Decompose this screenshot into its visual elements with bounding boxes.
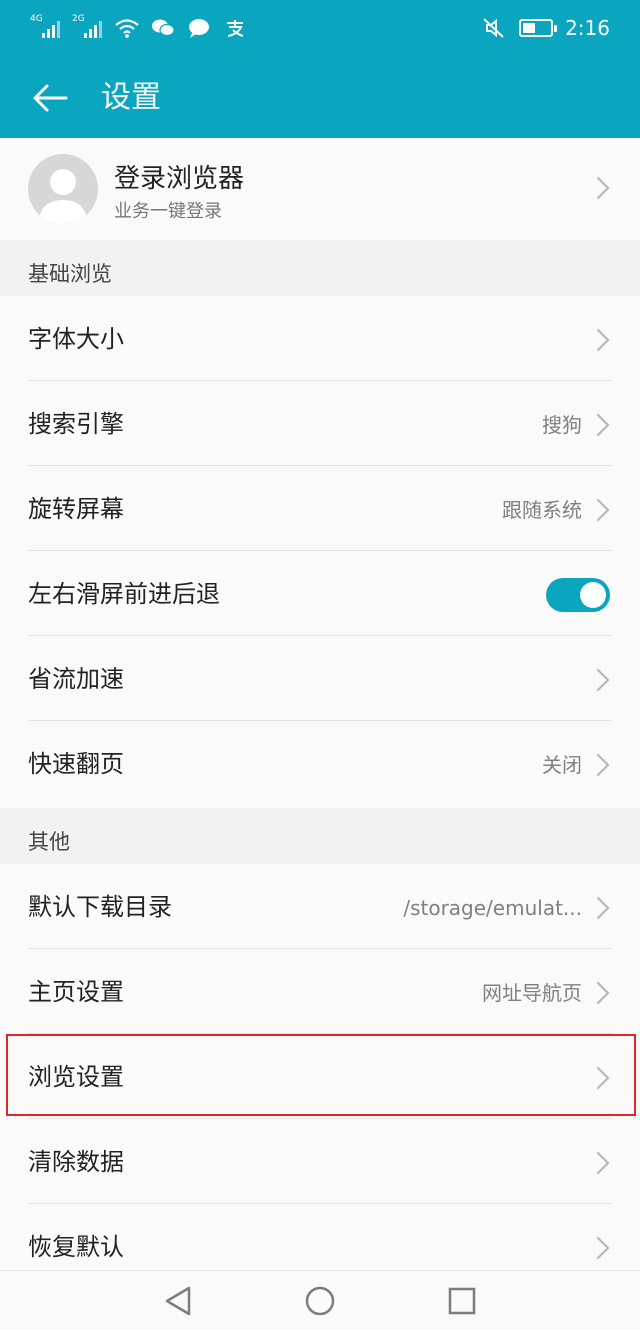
login-subtitle: 业务一键登录	[114, 201, 222, 222]
chevron-right-icon	[596, 753, 610, 777]
item-label: 旋转屏幕	[28, 495, 124, 523]
wechat-icon	[152, 19, 175, 37]
nav-home-button[interactable]	[300, 1281, 340, 1321]
restore-defaults-item[interactable]: 恢复默认	[0, 1204, 640, 1270]
section-header-basic: 基础浏览	[0, 240, 640, 296]
app-header: 4G 2G 2:16 设置	[0, 0, 640, 138]
item-value: 搜狗	[542, 413, 582, 437]
alipay-icon	[227, 20, 244, 37]
item-label: 主页设置	[28, 978, 124, 1006]
chevron-right-icon	[596, 1066, 610, 1090]
item-label: 默认下载目录	[28, 893, 172, 921]
font-size-item[interactable]: 字体大小	[0, 296, 640, 381]
chevron-right-icon	[596, 176, 610, 200]
item-value: 网址导航页	[482, 981, 582, 1005]
chevron-right-icon	[596, 896, 610, 920]
swipe-navigation-item: 左右滑屏前进后退	[0, 551, 640, 636]
page-title: 设置	[101, 80, 161, 115]
item-value: /storage/emulat...	[403, 896, 582, 920]
login-title: 登录浏览器	[114, 164, 245, 194]
data-saving-item[interactable]: 省流加速	[0, 636, 640, 721]
clear-data-item[interactable]: 清除数据	[0, 1119, 640, 1204]
status-bar-right: 2:16	[481, 14, 610, 42]
browsing-settings-item[interactable]: 浏览设置	[0, 1034, 640, 1119]
battery-icon	[519, 19, 558, 37]
chevron-right-icon	[596, 1236, 610, 1260]
signal-icon: 2G	[72, 14, 104, 40]
sim1-network-tag: 4G	[30, 14, 43, 24]
signal-icon: 4G	[30, 14, 62, 40]
other-settings-group: 默认下载目录 /storage/emulat... 主页设置 网址导航页 浏览设…	[0, 864, 640, 1270]
section-header-other: 其他	[0, 808, 640, 864]
triangle-back-icon	[165, 1286, 191, 1316]
chevron-right-icon	[596, 413, 610, 437]
item-label: 字体大小	[28, 325, 124, 353]
chevron-right-icon	[596, 1151, 610, 1175]
status-time: 2:16	[565, 16, 610, 40]
chevron-right-icon	[596, 498, 610, 522]
item-label: 浏览设置	[28, 1063, 124, 1091]
section-title: 基础浏览	[28, 262, 112, 286]
section-title: 其他	[28, 830, 70, 854]
homepage-settings-item[interactable]: 主页设置 网址导航页	[0, 949, 640, 1034]
item-label: 清除数据	[28, 1148, 124, 1176]
status-bar: 4G 2G 2:16	[0, 0, 640, 56]
item-label: 左右滑屏前进后退	[28, 580, 220, 608]
basic-settings-group: 字体大小 搜索引擎 搜狗 旋转屏幕 跟随系统 左右滑屏前进后退 省流加速 快速翻…	[0, 296, 640, 808]
download-directory-item[interactable]: 默认下载目录 /storage/emulat...	[0, 864, 640, 949]
item-label: 搜索引擎	[28, 410, 124, 438]
chevron-right-icon	[596, 981, 610, 1005]
swipe-navigation-toggle[interactable]	[546, 578, 610, 612]
square-recents-icon	[448, 1287, 476, 1315]
nav-back-button[interactable]	[158, 1281, 198, 1321]
rotate-screen-item[interactable]: 旋转屏幕 跟随系统	[0, 466, 640, 551]
back-button[interactable]	[26, 74, 74, 122]
system-nav-bar	[0, 1270, 640, 1330]
circle-home-icon	[305, 1286, 335, 1316]
toggle-knob	[580, 582, 606, 608]
avatar	[28, 154, 98, 224]
status-bar-left: 4G 2G	[30, 14, 248, 42]
sim2-network-tag: 2G	[72, 14, 85, 24]
mute-icon	[483, 18, 504, 38]
quick-page-turn-item[interactable]: 快速翻页 关闭	[0, 721, 640, 806]
item-value: 跟随系统	[502, 498, 582, 522]
item-label: 省流加速	[28, 665, 124, 693]
item-label: 快速翻页	[28, 750, 124, 778]
chevron-right-icon	[596, 328, 610, 352]
search-engine-item[interactable]: 搜索引擎 搜狗	[0, 381, 640, 466]
nav-recents-button[interactable]	[442, 1281, 482, 1321]
item-value: 关闭	[542, 753, 582, 777]
wifi-icon	[115, 19, 139, 38]
back-arrow-icon	[33, 84, 68, 112]
login-browser-item[interactable]: 登录浏览器 业务一键登录	[0, 138, 640, 240]
chevron-right-icon	[596, 668, 610, 692]
item-label: 恢复默认	[28, 1233, 124, 1261]
message-icon	[189, 19, 209, 38]
